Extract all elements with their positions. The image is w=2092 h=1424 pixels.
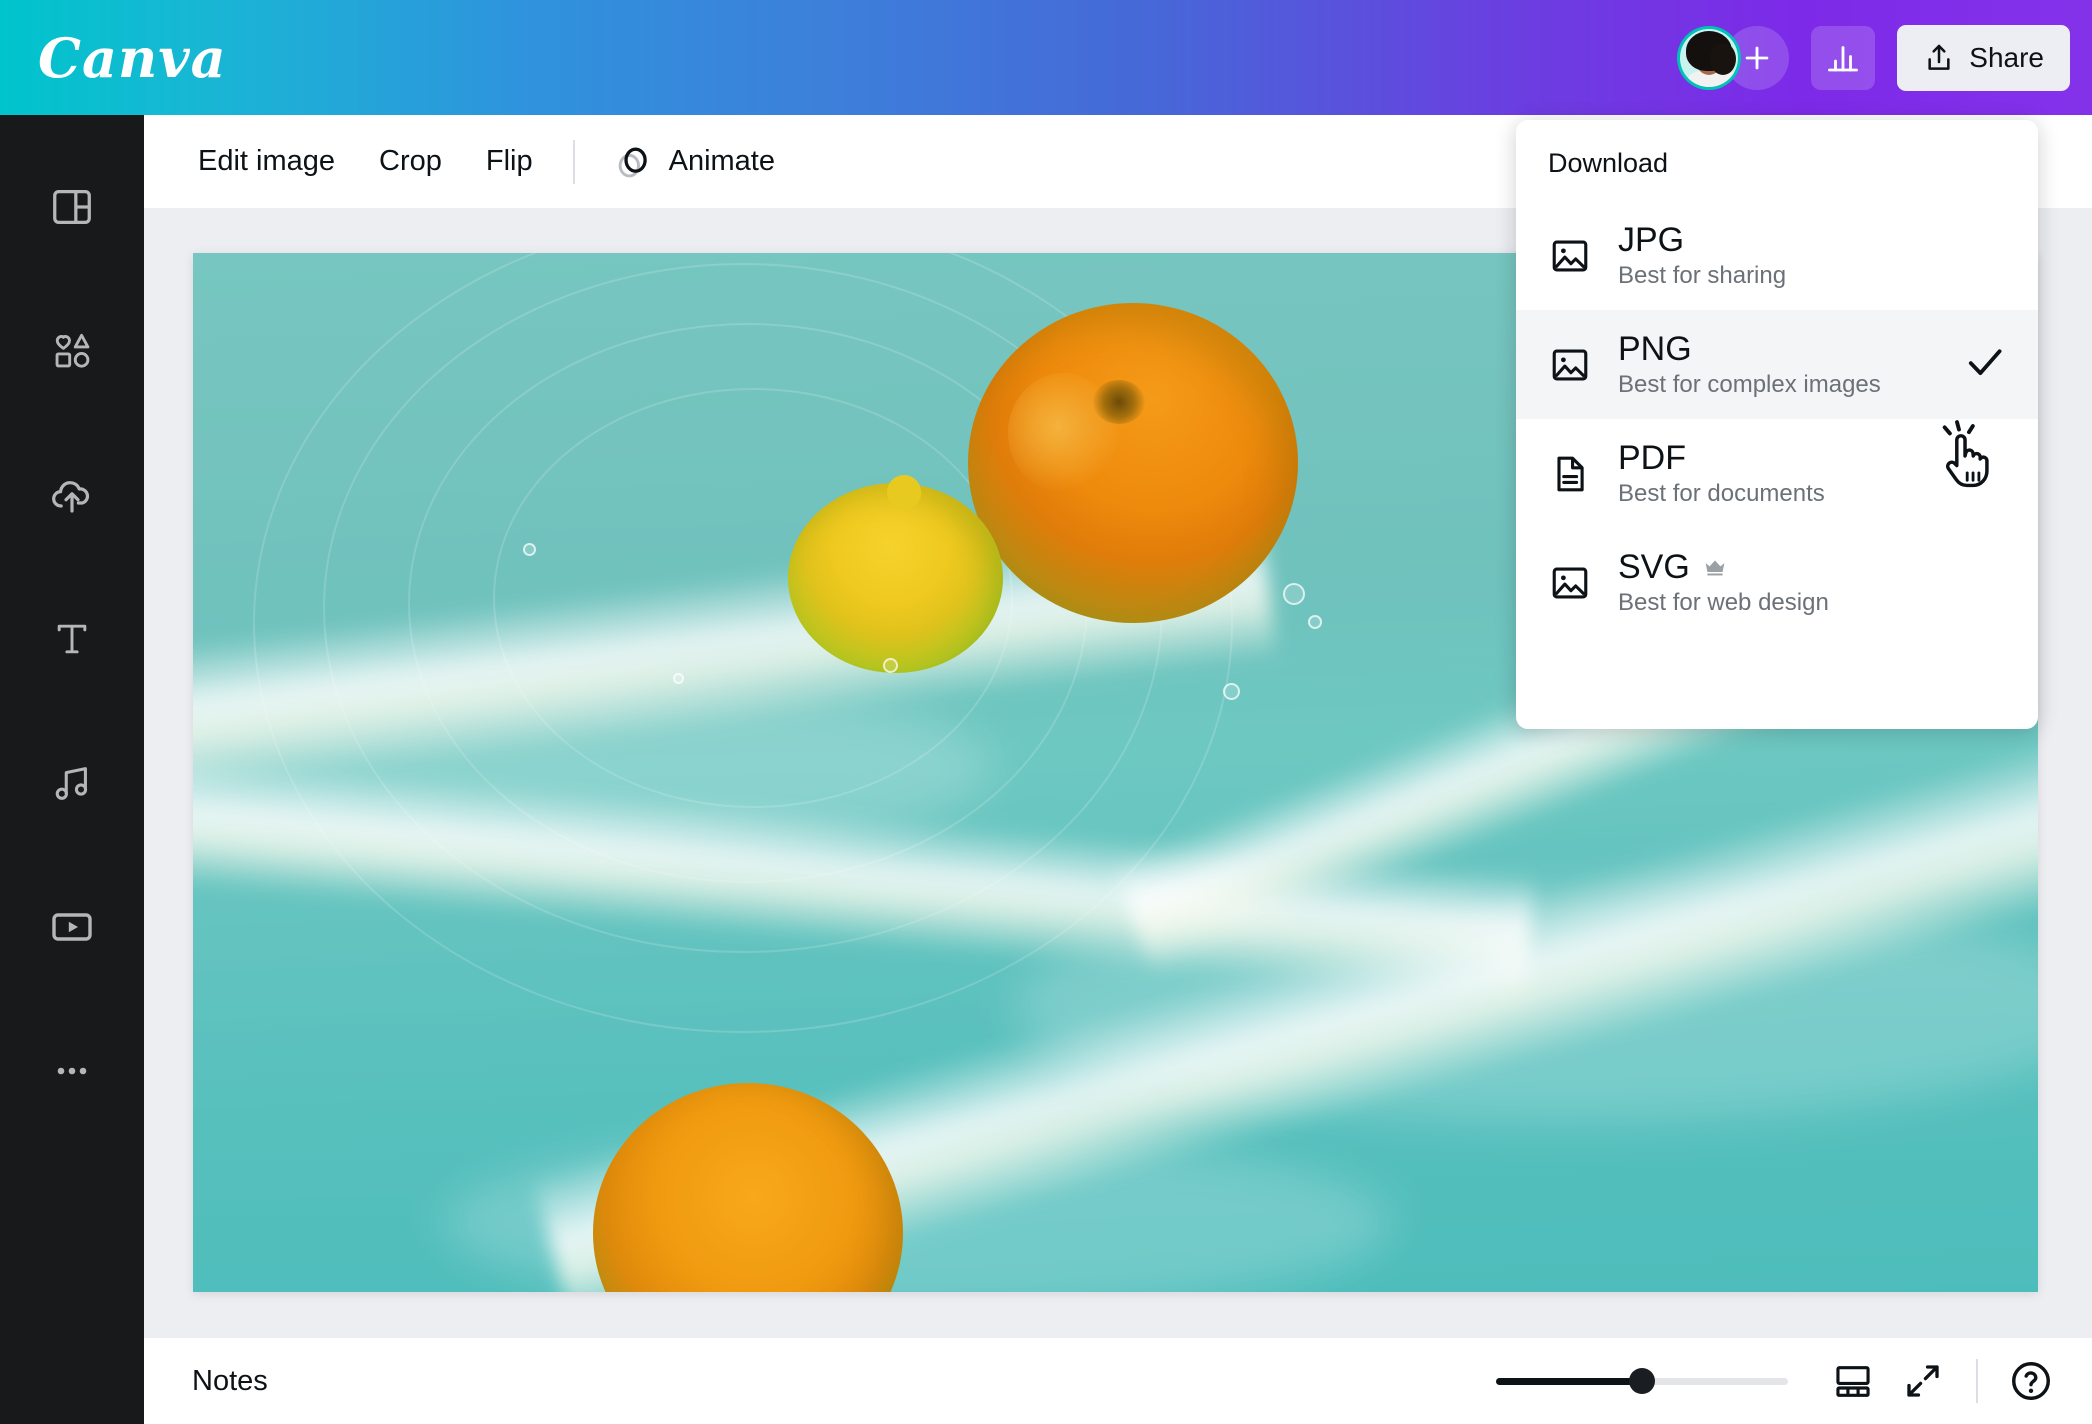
- orange-fruit: [968, 303, 1298, 623]
- water-bubble: [1308, 615, 1322, 629]
- bottom-divider: [1976, 1359, 1978, 1403]
- download-option-texts: SVG Best for web design: [1618, 550, 1829, 615]
- header-actions: Share: [1677, 24, 2092, 91]
- avatar-hair-side: [1710, 42, 1737, 75]
- analytics-button[interactable]: [1811, 25, 1876, 90]
- avatar-image: [1680, 28, 1739, 87]
- download-option-desc: Best for documents: [1618, 480, 1825, 507]
- shapes-icon: [55, 333, 90, 368]
- canva-editor-window: Canva Share Edit image Crop Flip Animate…: [0, 0, 2092, 1424]
- image-icon: [1552, 567, 1588, 598]
- sidebar-item-design[interactable]: [24, 159, 120, 255]
- top-header-bar: Canva Share: [0, 0, 2092, 115]
- download-option-desc: Best for complex images: [1618, 371, 1881, 398]
- download-option-png[interactable]: PNG Best for complex images: [1516, 310, 2038, 419]
- download-option-texts: PNG Best for complex images: [1618, 332, 1881, 397]
- download-option-label: PDF: [1618, 439, 1686, 477]
- lemon-fruit: [788, 472, 1003, 673]
- canva-logo[interactable]: Canva: [38, 26, 227, 90]
- cloud-upload-icon: [52, 481, 90, 513]
- download-option-svg[interactable]: SVG Best for web design: [1516, 528, 2038, 637]
- sidebar-item-videos[interactable]: [24, 879, 120, 975]
- download-option-label: SVG: [1618, 548, 1690, 586]
- notes-button[interactable]: Notes: [178, 1355, 282, 1408]
- selected-check-icon: [1962, 339, 2008, 390]
- water-bubble: [673, 673, 684, 684]
- sidebar-item-uploads[interactable]: [24, 447, 120, 543]
- video-play-icon: [52, 913, 92, 941]
- fullscreen-button[interactable]: [1892, 1350, 1954, 1412]
- avatar[interactable]: [1677, 25, 1742, 90]
- zoom-slider-thumb[interactable]: [1629, 1368, 1655, 1394]
- music-note-icon: [55, 767, 88, 800]
- download-option-jpg[interactable]: JPG Best for sharing: [1516, 201, 2038, 310]
- animate-circles-icon: [618, 147, 647, 177]
- share-upload-icon: [1928, 44, 1950, 70]
- text-t-icon: [57, 624, 87, 654]
- sidebar-item-text[interactable]: [24, 591, 120, 687]
- document-icon: [1557, 456, 1584, 491]
- download-panel-title: Download: [1548, 148, 1669, 178]
- ellipsis-icon: [57, 1067, 87, 1075]
- download-option-texts: PDF Best for documents: [1618, 441, 1825, 506]
- help-question-icon: [2012, 1362, 2050, 1400]
- image-icon: [1552, 240, 1588, 271]
- bottom-bar: Notes: [144, 1338, 2092, 1424]
- bottom-bar-controls: [1496, 1350, 2062, 1412]
- page-grid-icon: [1836, 1366, 1870, 1397]
- water-bubble: [1223, 683, 1240, 700]
- crop-button[interactable]: Crop: [357, 133, 464, 190]
- sidebar-item-audio[interactable]: [24, 735, 120, 831]
- download-dropdown: Download JPG Best for sharing PNG Best f…: [1516, 120, 2038, 729]
- download-option-desc: Best for web design: [1618, 589, 1829, 616]
- download-option-texts: JPG Best for sharing: [1618, 223, 1786, 288]
- share-button-label: Share: [1969, 41, 2044, 73]
- share-button[interactable]: Share: [1897, 24, 2070, 91]
- download-option-label: PNG: [1618, 330, 1692, 368]
- animate-button[interactable]: Animate: [593, 130, 793, 194]
- page-grid-button[interactable]: [1822, 1350, 1884, 1412]
- sidebar-item-elements[interactable]: [24, 303, 120, 399]
- toolbar-divider: [572, 139, 575, 184]
- zoom-slider-fill: [1496, 1377, 1642, 1385]
- flip-button[interactable]: Flip: [464, 133, 555, 190]
- water-bubble: [1283, 583, 1305, 605]
- sidebar-item-more[interactable]: [24, 1023, 120, 1119]
- edit-image-button[interactable]: Edit image: [176, 133, 357, 190]
- download-option-label: JPG: [1618, 221, 1685, 259]
- left-sidebar: [0, 115, 144, 1424]
- layout-panel-icon: [53, 190, 91, 224]
- image-icon: [1552, 349, 1588, 380]
- download-option-desc: Best for sharing: [1618, 262, 1787, 289]
- download-option-label-wrap: SVG: [1618, 550, 1829, 584]
- animate-label: Animate: [668, 145, 775, 177]
- water-bubble: [523, 543, 536, 556]
- crown-pro-icon: [1705, 560, 1725, 576]
- download-option-pdf[interactable]: PDF Best for documents: [1516, 419, 2038, 528]
- zoom-slider[interactable]: [1496, 1366, 1788, 1396]
- help-button[interactable]: [2000, 1350, 2062, 1412]
- expand-arrows-icon: [1907, 1365, 1939, 1397]
- water-bubble: [883, 658, 898, 673]
- plus-icon: [1745, 46, 1769, 69]
- bar-chart-icon: [1828, 45, 1859, 71]
- orange-navel: [1093, 379, 1146, 424]
